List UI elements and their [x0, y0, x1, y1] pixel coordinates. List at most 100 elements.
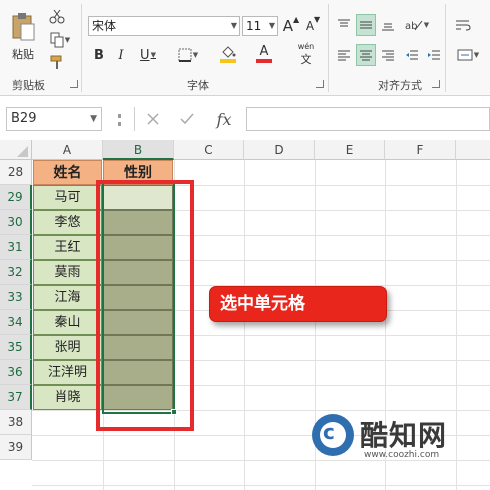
grow-font-button[interactable]: A ▲ [282, 15, 300, 37]
row-header-29[interactable]: 29 [0, 185, 32, 210]
annotation-callout: 选中单元格 [209, 286, 387, 322]
grow-font-icon: A [282, 17, 294, 35]
formula-bar: B29 ▼ fx [0, 104, 490, 134]
chevron-down-icon: ▼ [230, 21, 237, 30]
increase-indent-button[interactable] [424, 44, 444, 66]
chevron-down-icon: ▼ [192, 51, 199, 59]
increase-indent-icon [428, 50, 440, 60]
copy-button[interactable]: ▼ [46, 30, 74, 50]
cell-header-name[interactable]: 姓名 [33, 160, 102, 185]
name-box-value: B29 [11, 111, 37, 126]
cell-name[interactable]: 肖晓 [33, 385, 102, 410]
fill-color-button[interactable] [214, 42, 242, 66]
cell-name[interactable]: 莫雨 [33, 260, 102, 285]
name-box[interactable]: B29 ▼ [6, 107, 102, 131]
fill-color-swatch [220, 59, 236, 63]
font-size-value: 11 [246, 19, 262, 33]
row-header-33[interactable]: 33 [0, 285, 32, 310]
cancel-entry-button[interactable] [143, 108, 163, 130]
row-header-32[interactable]: 32 [0, 260, 32, 285]
row-header-28[interactable]: 28 [0, 160, 32, 185]
cut-button[interactable] [46, 6, 68, 26]
paste-button[interactable]: 粘贴 [4, 4, 42, 70]
merge-center-button[interactable]: ▼ [452, 44, 484, 66]
annotation-highlight-box [96, 180, 194, 431]
insert-function-button[interactable]: fx [211, 107, 237, 131]
column-header-partial[interactable] [456, 140, 490, 160]
row-header-36[interactable]: 36 [0, 360, 32, 385]
cell-name[interactable]: 马可 [33, 185, 102, 210]
wrap-text-button[interactable] [452, 14, 474, 36]
column-header-a[interactable]: A [32, 140, 103, 160]
format-painter-icon [50, 55, 62, 69]
borders-button[interactable]: ▼ [174, 44, 202, 66]
chevron-down-icon: ▼ [268, 21, 275, 30]
cell-name[interactable]: 汪洋明 [33, 360, 102, 385]
align-left-button[interactable] [334, 44, 354, 66]
row-header-31[interactable]: 31 [0, 235, 32, 260]
chevron-down-icon: ▼ [150, 51, 156, 59]
italic-button[interactable]: I [112, 44, 130, 66]
row-header-39[interactable]: 39 [0, 435, 32, 460]
align-center-button[interactable] [356, 44, 376, 66]
grid-line [32, 485, 490, 486]
column-header-d[interactable]: D [244, 140, 315, 160]
column-header-e[interactable]: E [315, 140, 385, 160]
font-launcher-icon[interactable] [316, 80, 324, 88]
align-bottom-button[interactable] [378, 14, 398, 36]
orientation-button[interactable]: ab ▼ [402, 14, 432, 36]
font-size-combo[interactable]: 11 ▼ [242, 16, 278, 36]
watermark-title: 酷知网 [360, 419, 448, 452]
align-middle-icon [360, 21, 372, 29]
check-icon [180, 113, 194, 125]
phonetic-glyph-icon: 文 [300, 52, 312, 66]
cell-name[interactable]: 张明 [33, 335, 102, 360]
align-middle-button[interactable] [356, 14, 376, 36]
fx-icon: fx [216, 109, 232, 129]
align-right-button[interactable] [378, 44, 398, 66]
group-separator [81, 4, 82, 92]
cell-name[interactable]: 秦山 [33, 310, 102, 335]
cell-name[interactable]: 江海 [33, 285, 102, 310]
row-header-35[interactable]: 35 [0, 335, 32, 360]
watermark: c 酷知网 www.coozhi.com [312, 412, 472, 468]
chevron-down-icon: ▼ [473, 51, 480, 59]
clipboard-group-label: 剪贴板 [12, 79, 45, 92]
alignment-launcher-icon[interactable] [432, 80, 440, 88]
shrink-font-button[interactable]: A ▼ [304, 15, 322, 37]
select-all-corner[interactable] [0, 140, 32, 160]
underline-icon: U [140, 47, 150, 63]
chevron-down-icon: ▼ [423, 21, 430, 29]
clipboard-launcher-icon[interactable] [70, 80, 78, 88]
cell-name[interactable]: 李悠 [33, 210, 102, 235]
watermark-url: www.coozhi.com [364, 450, 440, 460]
row-header-30[interactable]: 30 [0, 210, 32, 235]
underline-button[interactable]: U ▼ [134, 44, 162, 66]
group-separator [445, 4, 446, 92]
font-color-swatch [256, 59, 272, 63]
paste-label: 粘贴 [12, 48, 34, 61]
phonetic-button[interactable]: wén 文 [292, 42, 320, 66]
format-painter-button[interactable] [46, 52, 68, 72]
decrease-indent-button[interactable] [402, 44, 422, 66]
font-name-combo[interactable]: 宋体 ▼ [88, 16, 240, 36]
formula-bar-dots-icon [118, 114, 121, 126]
formula-input[interactable] [246, 107, 490, 131]
row-header-34[interactable]: 34 [0, 310, 32, 335]
confirm-entry-button[interactable] [177, 108, 197, 130]
scissors-icon [49, 9, 65, 24]
row-header-37[interactable]: 37 [0, 385, 32, 410]
row-header-38[interactable]: 38 [0, 410, 32, 435]
column-header-c[interactable]: C [174, 140, 244, 160]
column-header-f[interactable]: F [385, 140, 456, 160]
align-top-button[interactable] [334, 14, 354, 36]
font-color-button[interactable]: A [250, 42, 278, 66]
cell-name[interactable]: 王红 [33, 235, 102, 260]
column-header-b[interactable]: B [103, 140, 174, 160]
bold-button[interactable]: B [90, 44, 108, 66]
align-left-icon [338, 50, 350, 61]
select-all-icon [17, 146, 28, 157]
chevron-down-icon: ▼ [64, 36, 71, 44]
chevron-down-icon: ▼ [90, 114, 97, 124]
alignment-group-label: 对齐方式 [378, 79, 422, 92]
